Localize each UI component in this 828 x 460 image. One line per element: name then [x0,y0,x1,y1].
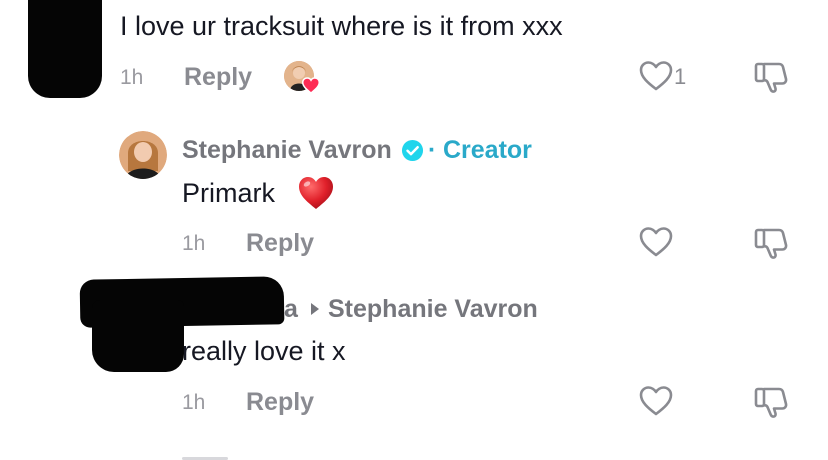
next-comment-cutoff [182,452,228,460]
reply-text: really love it x [182,336,346,366]
creator-avatar-image [119,131,167,179]
dislike-icon[interactable] [753,385,789,419]
reply-button[interactable]: Reply [246,231,314,256]
heart-emoji-icon [299,177,333,209]
reply-time: 1h [182,232,206,255]
reply-to-username[interactable]: Stephanie Vavron [328,297,538,322]
liked-heart-badge-icon [302,77,320,94]
heart-outline-icon[interactable] [638,385,674,417]
reply-button[interactable]: Reply [184,65,252,90]
redacted-avatar [28,0,102,98]
comments-screen: I love ur tracksuit where is it from xxx… [0,0,828,460]
creator-label: Creator [443,136,532,164]
redacted-avatar [92,300,184,372]
verified-badge-icon [401,139,424,162]
creator-username[interactable]: Stephanie Vavron [182,138,392,163]
username-suffix: a [284,295,298,323]
creator-avatar[interactable] [119,131,167,179]
comment-text: I love ur tracksuit where is it from xxx [120,11,563,41]
reply-time: 1h [182,391,206,414]
reply-arrow-icon [311,303,319,315]
comment-time: 1h [120,66,144,89]
creator-separator: · [428,136,437,164]
reply-text: Primark [182,178,275,208]
like-count: 1 [674,64,687,89]
dislike-icon[interactable] [753,226,789,260]
dislike-icon[interactable] [753,60,789,94]
reply-button[interactable]: Reply [246,390,314,415]
heart-outline-icon[interactable] [638,226,674,258]
heart-outline-icon[interactable] [638,60,674,92]
